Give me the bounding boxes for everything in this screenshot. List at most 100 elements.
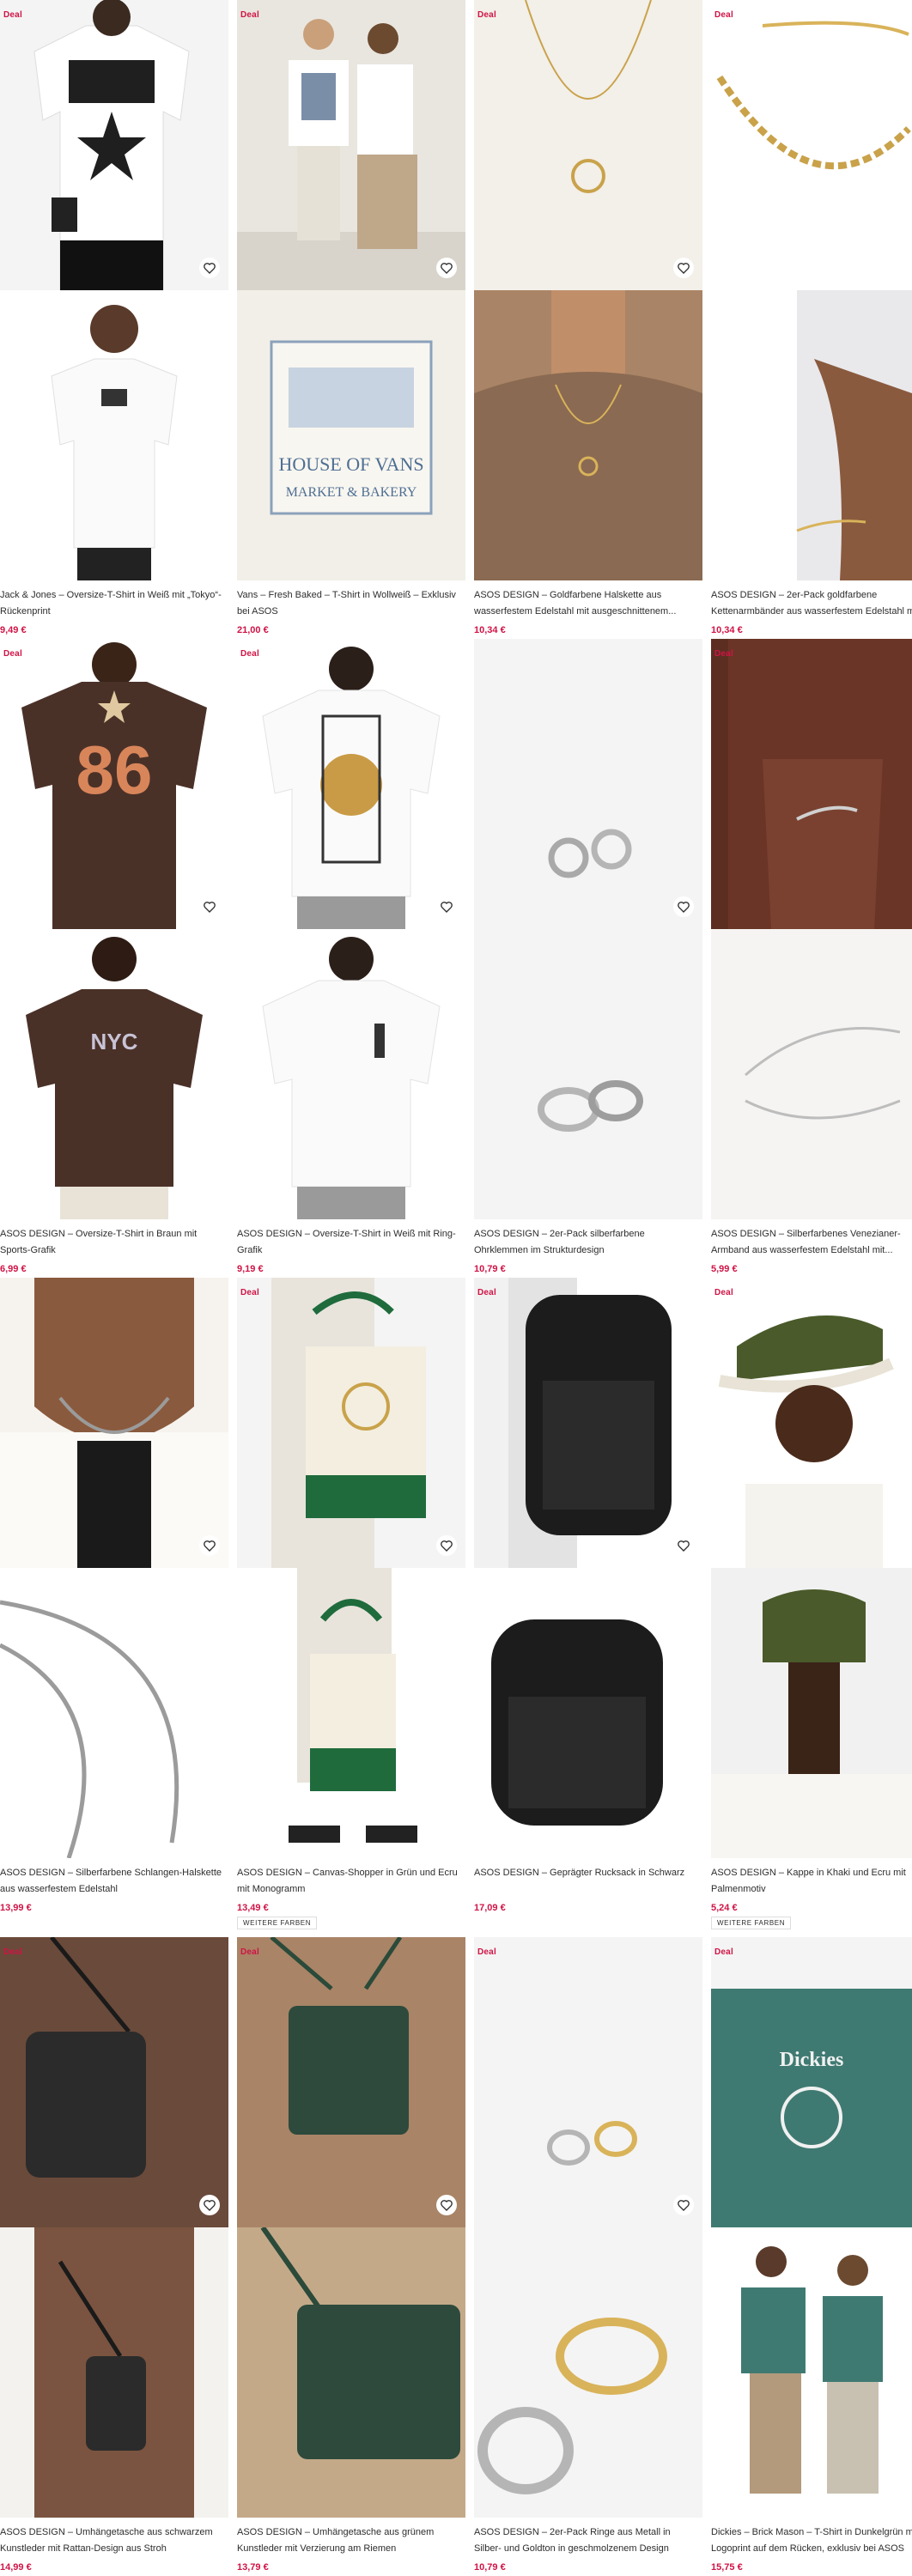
deal-badge: Deal <box>714 1947 733 1957</box>
product-alt-image[interactable]: HOUSE OF VANS MARKET & BAKERY <box>237 290 465 580</box>
save-heart-icon[interactable] <box>673 1535 694 1556</box>
product-title[interactable]: ASOS DESIGN – 2er-Pack goldfarbene Kette… <box>711 587 912 620</box>
product-image[interactable] <box>711 0 912 290</box>
save-heart-icon[interactable] <box>199 2195 220 2215</box>
product-alt-image[interactable] <box>237 929 465 1219</box>
product-image[interactable]: 86 <box>0 639 228 929</box>
product-image[interactable] <box>237 639 465 929</box>
save-heart-icon[interactable] <box>673 258 694 278</box>
save-heart-icon[interactable] <box>436 2195 457 2215</box>
rings-image <box>474 1937 702 2227</box>
product-alt-image[interactable] <box>711 290 912 580</box>
product-image[interactable] <box>237 1278 465 1568</box>
product-price: 13,99 € <box>0 1903 32 1913</box>
white-tshirt-front-image <box>237 929 465 1219</box>
product-title[interactable]: Vans – Fresh Baked – T-Shirt in Wollweiß… <box>237 587 462 620</box>
product-image[interactable] <box>237 1937 465 2227</box>
bracelets-image <box>711 0 912 290</box>
product-title[interactable]: ASOS DESIGN – 2er-Pack silberfarbene Ohr… <box>474 1226 699 1259</box>
product-title[interactable]: Jack & Jones – Oversize-T-Shirt in Weiß … <box>0 587 225 620</box>
cap-front-image <box>711 1278 912 1568</box>
model-bracelet-silver-image <box>711 639 912 929</box>
more-colors-badge[interactable]: WEITERE FARBEN <box>711 1917 792 1929</box>
more-colors-badge[interactable]: WEITERE FARBEN <box>237 1917 318 1929</box>
backpack-image <box>474 1568 702 1858</box>
product-title[interactable]: ASOS DESIGN – Umhängetasche aus grünem K… <box>237 2524 462 2557</box>
product-alt-image[interactable] <box>474 2227 702 2518</box>
product-image[interactable] <box>474 1937 702 2227</box>
ear-cuffs-detail-image <box>474 929 702 1219</box>
product-price: 10,34 € <box>711 625 743 635</box>
product-title[interactable]: ASOS DESIGN – Umhängetasche aus schwarze… <box>0 2524 225 2557</box>
product-price: 15,75 € <box>711 2562 743 2573</box>
product-alt-image[interactable] <box>474 290 702 580</box>
product-alt-image[interactable] <box>474 1568 702 1858</box>
cap-back-image <box>711 1568 912 1858</box>
deal-badge: Deal <box>714 649 733 659</box>
product-alt-image[interactable] <box>711 1568 912 1858</box>
green-crossbody-detail-image <box>237 2227 465 2518</box>
save-heart-icon[interactable] <box>673 2195 694 2215</box>
product-alt-image[interactable] <box>0 290 228 580</box>
product-title[interactable]: ASOS DESIGN – Oversize-T-Shirt in Weiß m… <box>237 1226 462 1259</box>
save-heart-icon[interactable] <box>199 1535 220 1556</box>
deal-badge: Deal <box>240 1947 259 1957</box>
product-alt-image[interactable] <box>474 929 702 1219</box>
product-alt-image[interactable] <box>237 2227 465 2518</box>
product-image[interactable] <box>0 0 228 290</box>
product-image[interactable] <box>0 1937 228 2227</box>
product-alt-image[interactable] <box>711 2227 912 2518</box>
tote-bag-image <box>237 1278 465 1568</box>
model-bracelet-image <box>711 290 912 580</box>
product-title[interactable]: ASOS DESIGN – Geprägter Rucksack in Schw… <box>474 1865 699 1898</box>
product-alt-image[interactable] <box>237 1568 465 1858</box>
product-alt-image[interactable]: NYC <box>0 929 228 1219</box>
product-alt-image[interactable] <box>0 2227 228 2518</box>
deal-badge: Deal <box>3 10 22 20</box>
product-title[interactable]: ASOS DESIGN – 2er-Pack Ringe aus Metall … <box>474 2524 699 2557</box>
ear-cuffs-image <box>474 639 702 929</box>
product-price: 10,79 € <box>474 1264 506 1274</box>
crossbody-bag-image <box>0 1937 228 2227</box>
product-image[interactable] <box>711 639 912 929</box>
save-heart-icon[interactable] <box>436 896 457 917</box>
svg-text:MARKET & BAKERY: MARKET & BAKERY <box>286 485 417 500</box>
brown-tshirt-back-image: 86 <box>0 639 228 929</box>
product-price: 10,79 € <box>474 2562 506 2573</box>
product-title[interactable]: ASOS DESIGN – Goldfarbene Halskette aus … <box>474 587 699 620</box>
product-title[interactable]: ASOS DESIGN – Oversize-T-Shirt in Braun … <box>0 1226 225 1259</box>
model-necklace-image <box>474 290 702 580</box>
product-image[interactable] <box>474 1278 702 1568</box>
tote-bag-carry-image <box>237 1568 465 1858</box>
product-image[interactable] <box>474 639 702 929</box>
product-title[interactable]: ASOS DESIGN – Kappe in Khaki und Ecru mi… <box>711 1865 912 1898</box>
save-heart-icon[interactable] <box>436 258 457 278</box>
save-heart-icon[interactable] <box>199 258 220 278</box>
product-alt-image[interactable] <box>0 1568 228 1858</box>
product-title[interactable]: ASOS DESIGN – Silberfarbenes Venezianer-… <box>711 1226 912 1259</box>
product-price: 13,79 € <box>237 2562 269 2573</box>
product-title[interactable]: ASOS DESIGN – Silberfarbene Schlangen-Ha… <box>0 1865 225 1898</box>
deal-badge: Deal <box>477 1947 496 1957</box>
product-image[interactable]: Dickies <box>711 1937 912 2227</box>
product-title[interactable]: Dickies – Brick Mason – T-Shirt in Dunke… <box>711 2524 912 2557</box>
couple-back-image <box>237 0 465 290</box>
svg-text:86: 86 <box>76 732 153 808</box>
deal-badge: Deal <box>3 1947 22 1957</box>
product-image[interactable] <box>474 0 702 290</box>
product-title[interactable]: ASOS DESIGN – Canvas-Shopper in Grün und… <box>237 1865 462 1898</box>
save-heart-icon[interactable] <box>673 896 694 917</box>
product-image[interactable] <box>0 1278 228 1568</box>
save-heart-icon[interactable] <box>436 1535 457 1556</box>
deal-badge: Deal <box>714 10 733 20</box>
product-price: 5,24 € <box>711 1903 738 1913</box>
product-image[interactable] <box>711 1278 912 1568</box>
deal-badge: Deal <box>3 649 22 659</box>
svg-text:HOUSE OF VANS: HOUSE OF VANS <box>278 453 423 475</box>
print-detail-image: HOUSE OF VANS MARKET & BAKERY <box>237 290 465 580</box>
product-alt-image[interactable] <box>711 929 912 1219</box>
save-heart-icon[interactable] <box>199 896 220 917</box>
product-image[interactable] <box>237 0 465 290</box>
couple-green-tshirt-image <box>711 2227 912 2518</box>
product-price: 14,99 € <box>0 2562 32 2573</box>
